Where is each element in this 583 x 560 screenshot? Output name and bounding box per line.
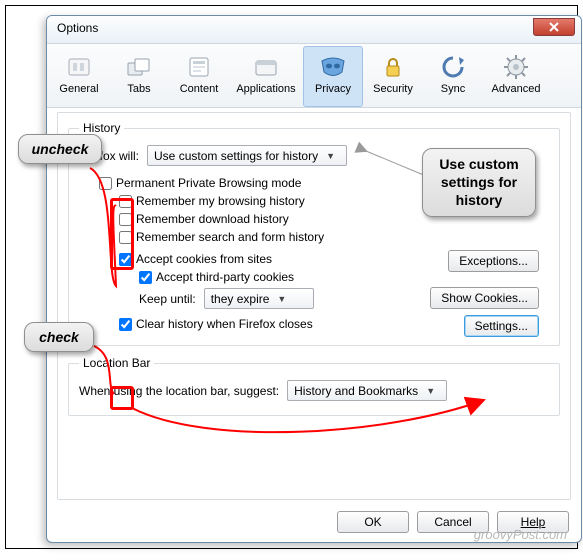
suggest-select[interactable]: History and Bookmarks ▼ — [287, 380, 447, 401]
accept-third-checkbox[interactable] — [139, 271, 152, 284]
tab-label-applications: Applications — [232, 83, 300, 95]
privacy-panel: History Firefox will: Use custom setting… — [57, 112, 571, 500]
settings-label: Settings... — [475, 319, 528, 333]
remember-download-checkbox[interactable] — [119, 213, 132, 226]
permanent-pb-checkbox[interactable] — [99, 177, 112, 190]
suggest-label: When using the location bar, suggest: — [79, 384, 279, 398]
locationbar-group: Location Bar When using the location bar… — [68, 356, 560, 416]
tab-label-tabs: Tabs — [112, 83, 166, 95]
tab-tabs[interactable]: Tabs — [109, 46, 169, 107]
history-group: History Firefox will: Use custom setting… — [68, 121, 560, 346]
show-cookies-button[interactable]: Show Cookies... — [430, 287, 539, 309]
gear-icon — [502, 53, 530, 81]
tabs-icon — [125, 53, 153, 81]
close-button[interactable] — [533, 18, 575, 36]
tab-label-sync: Sync — [426, 83, 480, 95]
switch-icon — [65, 53, 93, 81]
accept-third-label: Accept third-party cookies — [156, 270, 294, 284]
clear-on-close-checkbox[interactable] — [119, 318, 132, 331]
chevron-down-icon: ▼ — [277, 294, 286, 304]
tab-label-content: Content — [172, 83, 226, 95]
tab-label-security: Security — [366, 83, 420, 95]
sync-icon — [439, 53, 467, 81]
window-title: Options — [57, 21, 98, 35]
history-legend: History — [79, 121, 124, 135]
locationbar-legend: Location Bar — [79, 356, 154, 370]
tab-general[interactable]: General — [49, 46, 109, 107]
clear-on-close-label: Clear history when Firefox closes — [136, 317, 313, 331]
tab-label-privacy: Privacy — [306, 83, 360, 95]
remember-forms-label: Remember search and form history — [136, 230, 324, 244]
settings-button[interactable]: Settings... — [464, 315, 539, 337]
applications-icon — [252, 53, 280, 81]
remember-forms-checkbox[interactable] — [119, 231, 132, 244]
keep-until-value: they expire — [211, 292, 270, 306]
tab-advanced[interactable]: Advanced — [483, 46, 549, 107]
tab-label-advanced: Advanced — [486, 83, 546, 95]
close-icon — [548, 21, 560, 33]
watermark: groovyPost.com — [474, 527, 567, 542]
chevron-down-icon: ▼ — [326, 151, 335, 161]
cancel-label: Cancel — [434, 515, 471, 529]
chevron-down-icon: ▼ — [426, 386, 435, 396]
firefox-will-label: Firefox will: — [79, 149, 139, 163]
ok-button[interactable]: OK — [337, 511, 409, 533]
options-window: Options General Tabs Content — [46, 15, 582, 543]
tab-security[interactable]: Security — [363, 46, 423, 107]
keep-until-label: Keep until: — [139, 292, 196, 306]
exceptions-label: Exceptions... — [459, 254, 528, 268]
history-mode-select[interactable]: Use custom settings for history ▼ — [147, 145, 347, 166]
accept-cookies-checkbox[interactable] — [119, 253, 132, 266]
tab-privacy[interactable]: Privacy — [303, 46, 363, 107]
tab-label-general: General — [52, 83, 106, 95]
content-icon — [185, 53, 213, 81]
remember-browsing-checkbox[interactable] — [119, 195, 132, 208]
suggest-value: History and Bookmarks — [294, 384, 418, 398]
exceptions-button[interactable]: Exceptions... — [448, 250, 539, 272]
tabstrip: General Tabs Content Applications Privac… — [47, 44, 581, 108]
show-cookies-label: Show Cookies... — [441, 291, 528, 305]
keep-until-select[interactable]: they expire ▼ — [204, 288, 314, 309]
tab-sync[interactable]: Sync — [423, 46, 483, 107]
accept-cookies-label: Accept cookies from sites — [136, 252, 272, 266]
tab-applications[interactable]: Applications — [229, 46, 303, 107]
history-mode-value: Use custom settings for history — [154, 149, 318, 163]
permanent-pb-label: Permanent Private Browsing mode — [116, 176, 301, 190]
titlebar: Options — [47, 16, 581, 44]
remember-download-label: Remember download history — [136, 212, 289, 226]
ok-label: OK — [364, 515, 381, 529]
lock-icon — [379, 53, 407, 81]
tab-content[interactable]: Content — [169, 46, 229, 107]
remember-browsing-label: Remember my browsing history — [136, 194, 305, 208]
privacy-mask-icon — [318, 52, 348, 82]
